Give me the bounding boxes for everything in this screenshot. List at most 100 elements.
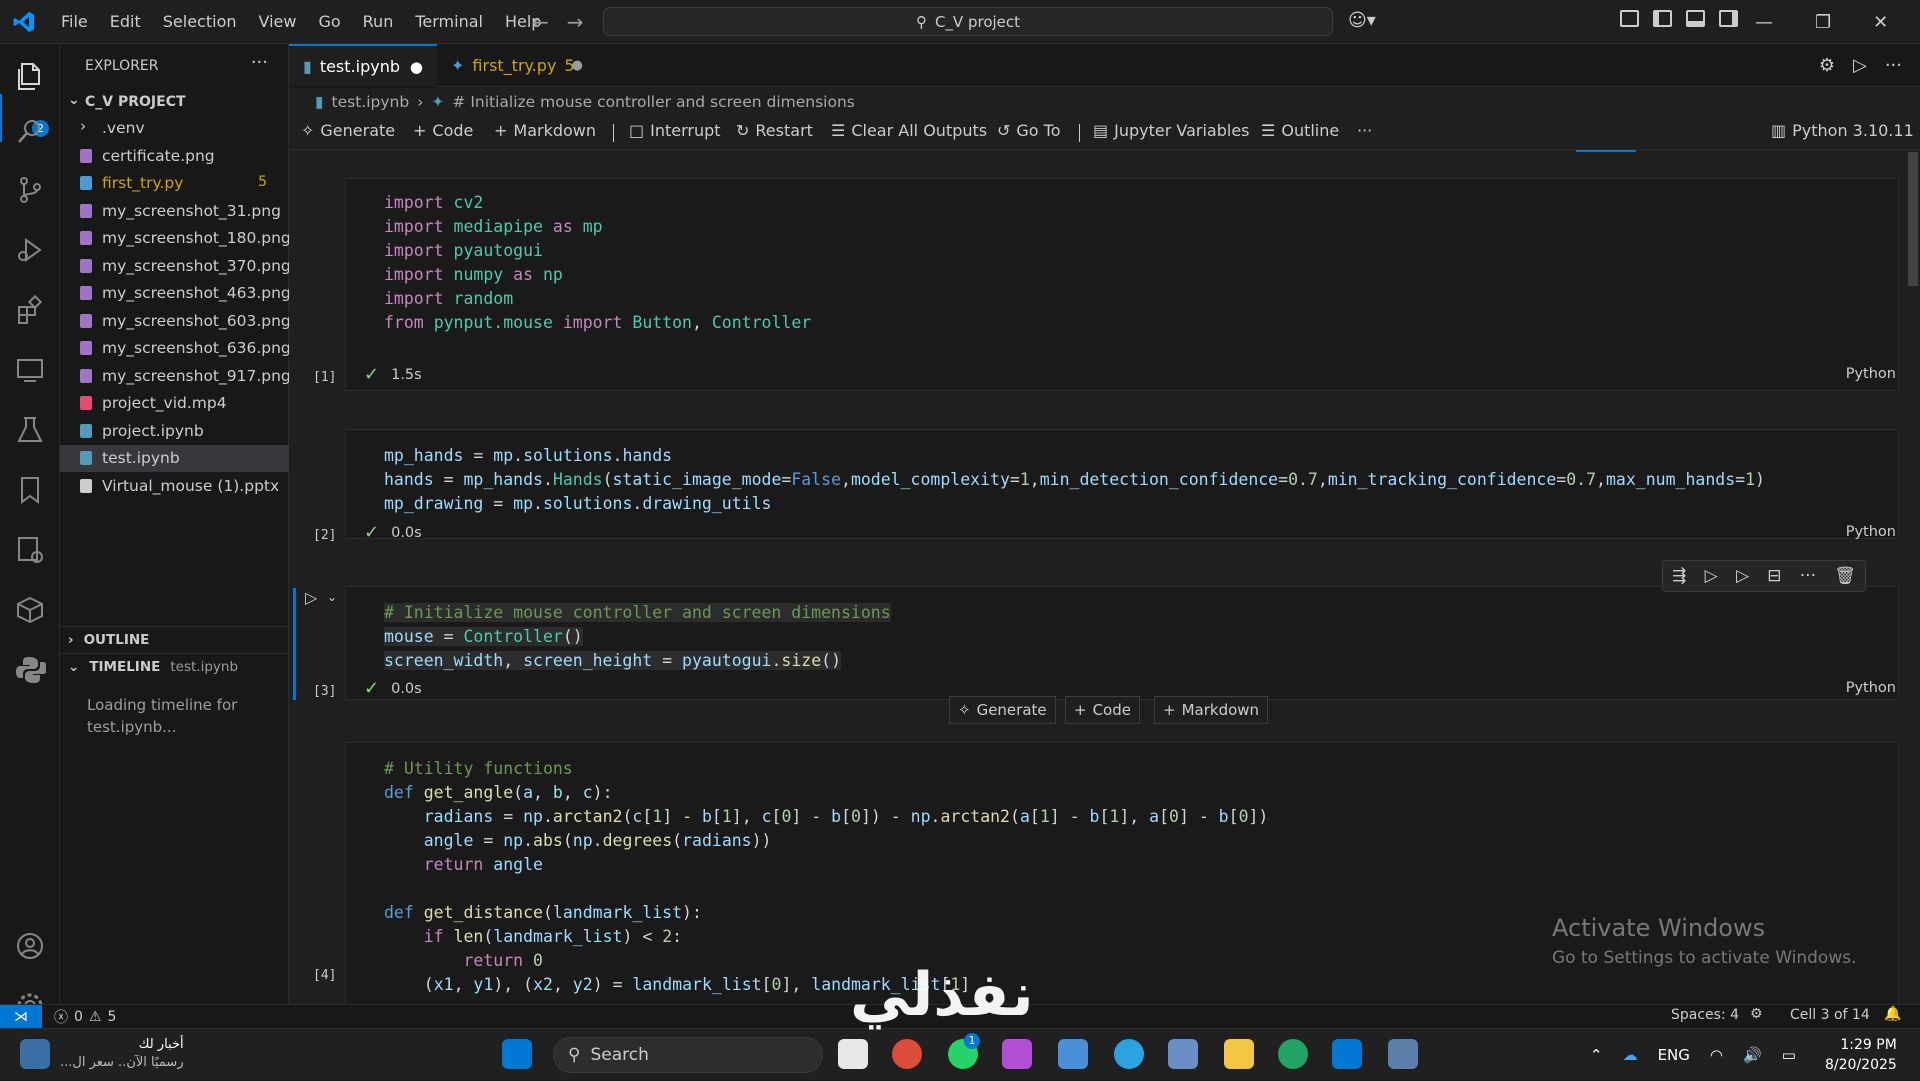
- menu-go[interactable]: Go: [307, 0, 351, 44]
- customize-layout-icon[interactable]: [1620, 10, 1639, 27]
- chevron-down-icon[interactable]: ⌄: [327, 590, 337, 604]
- restore-icon[interactable]: ❐: [1815, 12, 1831, 33]
- file-item[interactable]: project_vid.mp4: [60, 390, 289, 417]
- more-actions-icon[interactable]: ···: [1357, 121, 1372, 140]
- volume-icon[interactable]: 🔊: [1743, 1046, 1762, 1064]
- bookmark-icon[interactable]: [14, 474, 46, 506]
- remote-desktop-icon[interactable]: [1168, 1039, 1198, 1069]
- cell-position-status[interactable]: Cell 3 of 14: [1790, 1007, 1870, 1023]
- file-item[interactable]: my_screenshot_636.png: [60, 335, 291, 362]
- toggle-sidebar-icon[interactable]: [1653, 10, 1672, 27]
- execute-below-icon[interactable]: ▷: [1736, 566, 1749, 586]
- breadcrumb-file[interactable]: test.ipynb: [332, 93, 410, 111]
- python-icon[interactable]: [14, 654, 47, 686]
- back-arrow-icon[interactable]: ←: [532, 10, 549, 34]
- unsaved-dot-icon[interactable]: ●: [572, 58, 583, 73]
- file-item[interactable]: project.ipynb: [60, 418, 289, 445]
- project-folder[interactable]: ⌄ C_V PROJECT: [60, 88, 289, 115]
- generate-button[interactable]: ✧ Generate: [301, 121, 395, 140]
- file-item[interactable]: my_screenshot_31.png: [60, 198, 289, 225]
- tab-first-try-py[interactable]: ✦ first_try.py 5 ●: [437, 44, 597, 87]
- cell-code[interactable]: import cv2 import mediapipe as mp import…: [384, 191, 811, 335]
- unsaved-dot-icon[interactable]: ●: [410, 58, 423, 76]
- timeline-section[interactable]: ⌄ TIMELINE test.ipynb: [60, 653, 289, 679]
- insert-markdown-button[interactable]: + Markdown: [1154, 696, 1269, 724]
- file-item[interactable]: my_screenshot_603.png: [60, 308, 291, 335]
- file-item[interactable]: certificate.png: [60, 143, 289, 170]
- cell-language[interactable]: Python: [1846, 366, 1896, 382]
- interrupt-button[interactable]: □ Interrupt: [629, 121, 721, 140]
- outline-section[interactable]: › OUTLINE: [60, 626, 289, 652]
- run-cell-icon[interactable]: ▷: [305, 588, 317, 607]
- menu-view[interactable]: View: [248, 0, 308, 44]
- bell-icon[interactable]: 🔔: [1884, 1006, 1901, 1022]
- chevron-up-icon[interactable]: ⌃: [1590, 1046, 1603, 1064]
- telegram-icon[interactable]: [1114, 1039, 1144, 1069]
- wifi-icon[interactable]: ◠: [1710, 1046, 1723, 1064]
- task-view-icon[interactable]: [838, 1039, 868, 1069]
- copilot-icon[interactable]: ☺▾: [1348, 10, 1376, 31]
- chrome-icon[interactable]: [892, 1039, 922, 1069]
- indentation-status[interactable]: Spaces: 4: [1671, 1007, 1739, 1023]
- scrollbar-thumb[interactable]: [1908, 152, 1918, 286]
- menu-selection[interactable]: Selection: [152, 0, 248, 44]
- source-control-icon[interactable]: [14, 174, 46, 206]
- minimize-icon[interactable]: —: [1755, 12, 1773, 33]
- start-icon[interactable]: [502, 1039, 532, 1069]
- delete-icon[interactable]: 🗑: [1834, 566, 1856, 586]
- close-icon[interactable]: ✕: [1873, 12, 1888, 33]
- remote-icon[interactable]: ⋊: [0, 1005, 42, 1029]
- tab-test-ipynb[interactable]: ▮ test.ipynb ●: [289, 44, 437, 87]
- add-code-button[interactable]: + Code: [413, 121, 473, 140]
- run-debug-icon[interactable]: [14, 234, 46, 266]
- file-explorer-icon[interactable]: [1224, 1039, 1254, 1069]
- container-icon[interactable]: [14, 594, 46, 626]
- file-item[interactable]: Virtual_mouse (1).pptx: [60, 473, 289, 500]
- extensions-icon[interactable]: [14, 294, 46, 326]
- toggle-secondary-sidebar-icon[interactable]: [1719, 10, 1738, 27]
- jupyter-icon[interactable]: [14, 534, 46, 566]
- forward-arrow-icon[interactable]: →: [567, 10, 584, 34]
- file-item[interactable]: my_screenshot_463.png: [60, 280, 291, 307]
- kernel-status-icon[interactable]: ⚙: [1750, 1006, 1763, 1022]
- more-actions-icon[interactable]: ···: [251, 52, 268, 73]
- cell-code[interactable]: # Utility functions def get_angle(a, b, …: [384, 757, 1268, 997]
- scrollbar[interactable]: [1906, 150, 1920, 1004]
- snipping-tool-icon[interactable]: [1388, 1039, 1418, 1069]
- file-item[interactable]: my_screenshot_180.png: [60, 225, 291, 252]
- virtualbox-icon[interactable]: [1058, 1039, 1088, 1069]
- cell-code[interactable]: # Initialize mouse controller and screen…: [384, 601, 891, 673]
- remote-explorer-icon[interactable]: [14, 354, 46, 386]
- file-item[interactable]: test.ipynb: [60, 445, 289, 472]
- split-cell-icon[interactable]: ⊟: [1767, 566, 1781, 586]
- copilot-app-icon[interactable]: [1002, 1039, 1032, 1069]
- add-markdown-button[interactable]: + Markdown: [494, 121, 596, 140]
- code-cell[interactable]: mp_hands = mp.solutions.hands hands = mp…: [345, 429, 1899, 539]
- settings-gear-icon[interactable]: ⚙: [1819, 55, 1835, 76]
- cell-language[interactable]: Python: [1846, 680, 1896, 696]
- file-item[interactable]: my_screenshot_370.png: [60, 253, 291, 280]
- accounts-icon[interactable]: [14, 930, 46, 962]
- problems-indicator[interactable]: ⓧ 0 ⚠ 5: [54, 1007, 116, 1027]
- clock[interactable]: 1:29 PM 8/20/2025: [1825, 1035, 1897, 1075]
- menu-terminal[interactable]: Terminal: [404, 0, 494, 44]
- code-cell[interactable]: import cv2 import mediapipe as mp import…: [345, 178, 1899, 391]
- onedrive-icon[interactable]: ☁: [1623, 1046, 1638, 1064]
- clear-outputs-button[interactable]: ☰ Clear All Outputs: [831, 121, 987, 140]
- explorer-icon[interactable]: [14, 60, 46, 92]
- vscode-taskbar-icon[interactable]: [1332, 1039, 1362, 1069]
- cell-language[interactable]: Python: [1846, 524, 1896, 540]
- menu-edit[interactable]: Edit: [99, 0, 152, 44]
- menu-file[interactable]: File: [50, 0, 99, 44]
- cell-code[interactable]: mp_hands = mp.solutions.hands hands = mp…: [384, 444, 1765, 516]
- news-widget[interactable]: أخبار لك رسميًا الآن.. سعر ال...: [20, 1036, 184, 1072]
- input-language[interactable]: ENG: [1658, 1046, 1690, 1064]
- toggle-panel-icon[interactable]: [1686, 10, 1705, 27]
- run-above-icon[interactable]: ⇶: [1672, 566, 1686, 586]
- insert-code-button[interactable]: + Code: [1065, 696, 1140, 724]
- more-actions-icon[interactable]: ···: [1885, 55, 1902, 76]
- kernel-picker[interactable]: ▥ Python 3.10.11: [1771, 121, 1914, 140]
- more-actions-icon[interactable]: ···: [1800, 566, 1816, 586]
- edge-icon[interactable]: [1278, 1039, 1308, 1069]
- command-center[interactable]: ⚲ C_V project: [603, 7, 1333, 36]
